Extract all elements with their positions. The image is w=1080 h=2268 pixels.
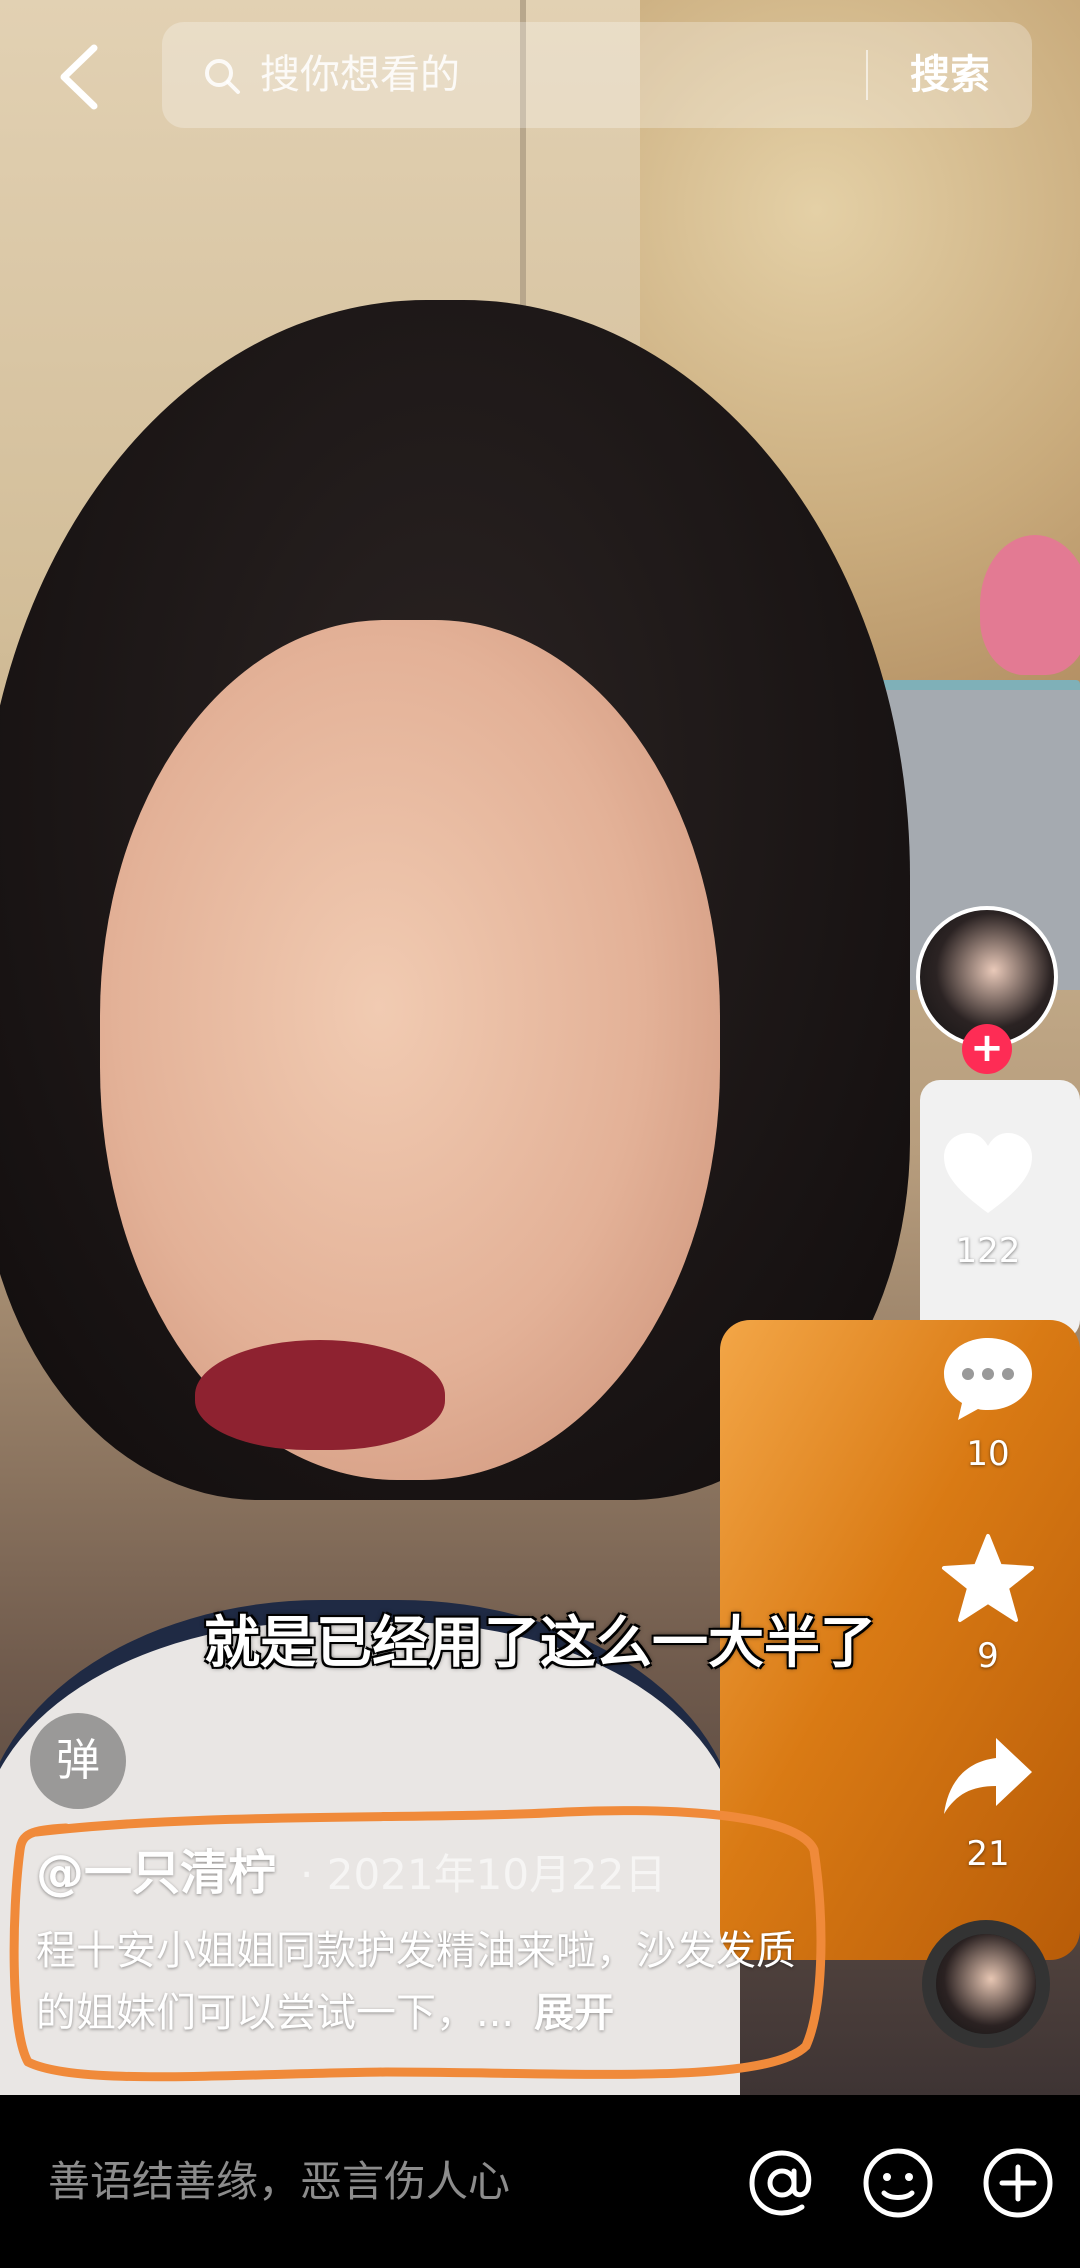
video-scene-plush-toy (980, 535, 1080, 675)
back-button[interactable] (50, 42, 110, 112)
author-row: @一只清柠 · 2021年10月22日 (36, 1838, 816, 1908)
emoji-icon (863, 2148, 933, 2218)
emoji-button[interactable] (858, 2143, 938, 2223)
author-name[interactable]: @一只清柠 (36, 1845, 276, 1901)
heart-icon (944, 1133, 1032, 1213)
post-date: · 2021年10月22日 (300, 1850, 667, 1899)
video-scene-face (100, 620, 720, 1480)
music-disc-cover (936, 1934, 1036, 2034)
follow-button[interactable]: + (962, 1024, 1012, 1074)
like-button[interactable]: 122 (928, 1125, 1048, 1271)
comment-button[interactable]: 10 (928, 1328, 1048, 1474)
search-icon (205, 59, 240, 94)
share-icon (944, 1738, 1032, 1814)
add-media-button[interactable] (978, 2143, 1058, 2223)
music-disc[interactable] (922, 1920, 1050, 2048)
search-button[interactable]: 搜索 (890, 46, 1010, 104)
video-player[interactable] (0, 0, 1080, 2095)
video-scene-lips (195, 1340, 445, 1450)
post-info: @一只清柠 · 2021年10月22日 程十安小姐姐同款护发精油来啦，沙发发质的姐… (36, 1838, 816, 2044)
comment-count: 10 (966, 1434, 1010, 1474)
search-bar[interactable]: 搜索 (162, 22, 1032, 128)
expand-button[interactable]: 展开 (534, 1990, 614, 2036)
search-input[interactable] (260, 46, 860, 104)
post-description[interactable]: 程十安小姐姐同款护发精油来啦，沙发发质的姐妹们可以尝试一下，... 展开 (36, 1920, 816, 2044)
mention-button[interactable] (742, 2143, 822, 2223)
like-count: 122 (955, 1231, 1021, 1271)
share-button[interactable]: 21 (928, 1728, 1048, 1874)
video-subtitle: 就是已经用了这么一大半了 (204, 1611, 876, 1676)
share-count: 21 (966, 1834, 1010, 1874)
comment-icon (944, 1338, 1032, 1420)
danmu-toggle-button[interactable]: 弹 (30, 1713, 126, 1809)
back-arrow-icon (60, 44, 98, 110)
comment-input[interactable] (48, 2147, 688, 2217)
comment-bar (0, 2095, 1080, 2268)
search-divider (866, 50, 868, 100)
at-icon (749, 2150, 812, 2216)
post-description-text: 程十安小姐姐同款护发精油来啦，沙发发质的姐妹们可以尝试一下，... (36, 1928, 796, 2036)
plus-icon (983, 2148, 1053, 2218)
